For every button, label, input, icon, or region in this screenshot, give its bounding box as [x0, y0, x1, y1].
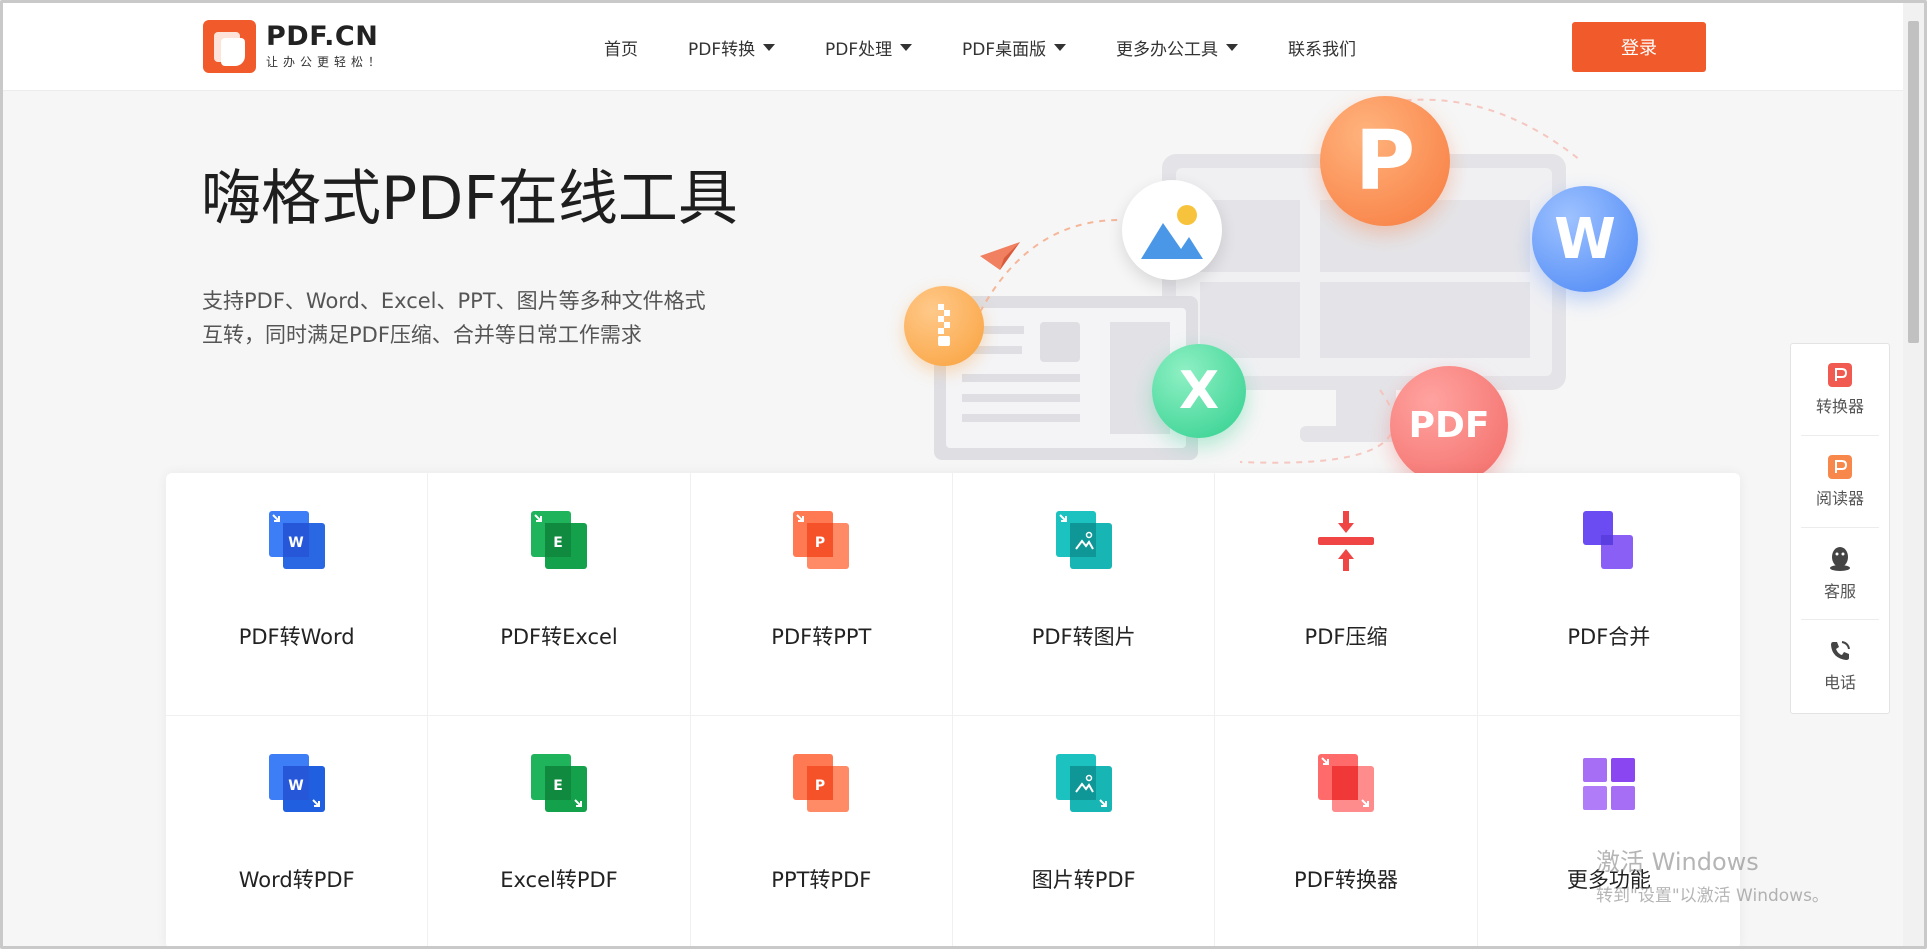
nav-contact[interactable]: 联系我们: [1288, 35, 1356, 60]
image-to-pdf-icon: [1055, 754, 1112, 812]
pdf-converter-icon: [1317, 754, 1374, 812]
tool-pdf-merge[interactable]: PDF合并: [1477, 473, 1740, 716]
excel-to-pdf-icon: E: [530, 754, 587, 812]
hero-title: 嗨格式PDF在线工具: [201, 164, 738, 234]
side-item-service[interactable]: 客服: [1801, 528, 1879, 620]
word-bubble-icon: W: [1532, 186, 1638, 292]
side-label: 转换器: [1815, 396, 1864, 416]
logo-slogan: 让办公更轻松！: [266, 55, 386, 69]
nav-more-tools[interactable]: 更多办公工具: [1116, 35, 1238, 60]
tool-pdf-to-excel[interactable]: E PDF转Excel: [428, 473, 691, 716]
logo-name: PDF.CN: [266, 21, 379, 52]
converter-icon: [1828, 362, 1852, 387]
reader-icon: [1828, 454, 1852, 479]
nav-pdf-process[interactable]: PDF处理: [825, 35, 913, 60]
scrollbar-thumb[interactable]: [1908, 21, 1919, 343]
nav-pdf-desktop[interactable]: PDF桌面版: [962, 35, 1067, 60]
nav-contact-label: 联系我们: [1288, 39, 1356, 60]
tool-label: PDF转图片: [1031, 625, 1136, 649]
tool-excel-to-pdf[interactable]: E Excel转PDF: [428, 716, 691, 949]
tool-label: PDF转Excel: [500, 625, 618, 649]
windows-activation-watermark: 激活 Windows 转到"设置"以激活 Windows。: [1596, 842, 1829, 906]
watermark-line-1: 激活 Windows: [1596, 848, 1759, 876]
side-label: 电话: [1823, 673, 1856, 692]
pdf-to-image-icon: [1055, 511, 1112, 569]
tool-word-to-pdf[interactable]: W Word转PDF: [166, 716, 429, 949]
svg-text:W: W: [288, 778, 303, 794]
excel-bubble-icon: X: [1152, 344, 1246, 438]
tool-label: PDF转Word: [238, 625, 355, 649]
login-button[interactable]: 登录: [1572, 22, 1706, 72]
nav-more-tools-label: 更多办公工具: [1116, 39, 1218, 60]
chevron-down-icon: [1226, 43, 1238, 51]
svg-text:P: P: [815, 778, 825, 794]
tool-label: PPT转PDF: [771, 868, 872, 892]
phone-icon: [1831, 641, 1850, 660]
zip-bubble-icon: [904, 286, 984, 366]
image-bubble-icon: [1122, 180, 1222, 280]
pdf-to-excel-icon: E: [530, 511, 587, 569]
chevron-down-icon: [763, 43, 776, 51]
nav-pdf-convert-label: PDF转换: [688, 39, 756, 60]
side-item-reader[interactable]: 阅读器: [1801, 436, 1879, 528]
nav-home[interactable]: 首页: [604, 35, 638, 60]
tool-pdf-compress[interactable]: PDF压缩: [1215, 473, 1478, 716]
tool-label: Word转PDF: [238, 868, 355, 892]
tool-label: PDF转换器: [1294, 868, 1398, 892]
tool-image-to-pdf[interactable]: 图片转PDF: [953, 716, 1216, 949]
svg-text:E: E: [553, 535, 563, 551]
ppt-to-pdf-icon: P: [793, 754, 850, 812]
svg-text:W: W: [288, 535, 303, 551]
chevron-down-icon: [1054, 43, 1067, 51]
tool-pdf-to-image[interactable]: PDF转图片: [953, 473, 1216, 716]
tool-label: PDF压缩: [1304, 625, 1388, 649]
logo-mark-icon: [203, 20, 256, 73]
word-to-pdf-icon: W: [268, 754, 325, 812]
pdf-to-word-icon: W: [268, 511, 325, 569]
side-label: 客服: [1823, 581, 1856, 601]
vertical-scrollbar[interactable]: [1903, 3, 1924, 946]
merge-icon: [1582, 511, 1633, 569]
hero-desc-line-2: 互转，同时满足PDF压缩、合并等日常工作需求: [202, 323, 642, 347]
svg-text:P: P: [815, 535, 825, 551]
svg-text:E: E: [553, 778, 563, 794]
more-features-icon: [1582, 758, 1635, 810]
pdf-to-ppt-icon: P: [793, 511, 850, 569]
tool-label: 图片转PDF: [1031, 868, 1136, 892]
pdf-bubble-icon: PDF: [1390, 366, 1508, 484]
nav-pdf-convert[interactable]: PDF转换: [688, 35, 776, 60]
compress-icon: [1317, 511, 1374, 571]
chevron-down-icon: [900, 43, 913, 51]
logo[interactable]: PDF.CN 让办公更轻松！: [203, 20, 385, 73]
hero-illustration: P W X PDF: [900, 90, 1650, 484]
side-item-phone[interactable]: 电话: [1801, 620, 1879, 712]
tool-label: PDF转PPT: [771, 625, 872, 649]
site-header: PDF.CN 让办公更轻松！ 首页 PDF转换 PDF处理 PDF桌面版 更多办…: [3, 3, 1903, 91]
tool-label: Excel转PDF: [500, 868, 618, 892]
side-item-converter[interactable]: 转换器: [1801, 344, 1879, 436]
illustration-graphic: [934, 98, 1581, 464]
nav-home-label: 首页: [604, 39, 638, 60]
ppt-bubble-icon: P: [1320, 96, 1450, 226]
nav-pdf-desktop-label: PDF桌面版: [962, 39, 1047, 60]
tool-label: PDF合并: [1567, 625, 1651, 649]
tools-grid: W PDF转Word E PDF转Excel P PDF转PPT PDF转图片 …: [166, 473, 1740, 949]
tool-more-features[interactable]: 更多功能: [1478, 716, 1740, 949]
tool-pdf-to-ppt[interactable]: P PDF转PPT: [690, 473, 953, 716]
watermark-line-2: 转到"设置"以激活 Windows。: [1596, 886, 1829, 906]
tool-ppt-to-pdf[interactable]: P PPT转PDF: [691, 716, 953, 949]
tool-pdf-converter[interactable]: PDF转换器: [1215, 716, 1478, 949]
hero-description: 支持PDF、Word、Excel、PPT、图片等多种文件格式 互转，同时满足PD…: [202, 284, 762, 352]
side-label: 阅读器: [1815, 488, 1864, 508]
hero-desc-line-1: 支持PDF、Word、Excel、PPT、图片等多种文件格式: [202, 289, 706, 313]
side-panel: 转换器 阅读器 客服 电话: [1790, 343, 1890, 714]
nav-pdf-process-label: PDF处理: [825, 39, 893, 60]
tool-pdf-to-word[interactable]: W PDF转Word: [166, 473, 429, 716]
qq-icon: [1830, 546, 1850, 571]
